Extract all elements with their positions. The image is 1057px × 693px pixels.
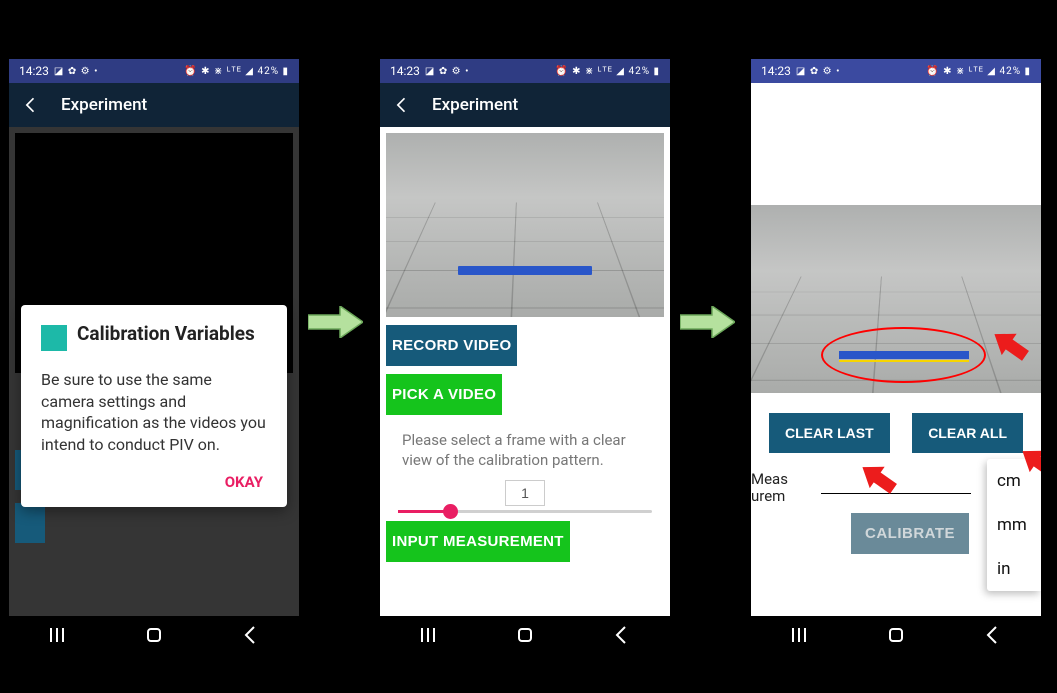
recents-icon[interactable]	[45, 623, 69, 647]
app-bar: Experiment	[380, 83, 670, 127]
status-bar: 14:23 ◪ ✿ ⚙ • ⏰ ✱ ⋇ ᴸᵀᴱ ◢ 42% ▮	[9, 59, 299, 83]
frame-instruction: Please select a frame with a clear view …	[380, 423, 670, 474]
clear-all-button[interactable]: CLEAR ALL	[912, 413, 1023, 453]
nav-bar	[9, 616, 299, 654]
back-nav-icon[interactable]	[239, 623, 263, 647]
content-area: CLEAR LAST CLEAR ALL Measurem CALIBRATE …	[751, 83, 1041, 616]
app-title: Experiment	[61, 95, 147, 115]
back-icon[interactable]	[392, 95, 412, 115]
okay-button[interactable]: OKAY	[41, 467, 267, 497]
calibrate-button[interactable]: CALIBRATE	[851, 513, 969, 554]
clear-last-button[interactable]: CLEAR LAST	[769, 413, 890, 453]
status-icons-right: ⏰ ✱ ⋇ ᴸᵀᴱ ◢ 42% ▮	[184, 66, 289, 77]
app-title: Experiment	[432, 95, 518, 115]
status-icons-left: ◪ ✿ ⚙ •	[796, 66, 841, 77]
app-bar: Experiment	[9, 83, 299, 127]
home-icon[interactable]	[884, 623, 908, 647]
recents-icon[interactable]	[416, 623, 440, 647]
dialog-title: Calibration Variables	[77, 323, 255, 346]
flow-arrow-icon	[308, 306, 363, 338]
video-preview	[386, 133, 664, 317]
back-nav-icon[interactable]	[610, 623, 634, 647]
home-icon[interactable]	[142, 623, 166, 647]
status-icons-right: ⏰ ✱ ⋇ ᴸᵀᴱ ◢ 42% ▮	[555, 66, 660, 77]
unit-option-in[interactable]: in	[987, 547, 1041, 591]
recents-icon[interactable]	[787, 623, 811, 647]
calibration-ruler	[458, 266, 592, 275]
nav-bar	[380, 616, 670, 654]
status-icons-right: ⏰ ✱ ⋇ ᴸᵀᴱ ◢ 42% ▮	[926, 66, 1031, 77]
back-icon[interactable]	[21, 95, 41, 115]
measurement-input-line[interactable]	[821, 493, 971, 494]
content-area: RECORD VIDEO PICK A VIDEO Please select …	[380, 127, 670, 616]
pick-video-button[interactable]: PICK A VIDEO	[386, 374, 502, 415]
status-bar: 14:23 ◪ ✿ ⚙ • ⏰ ✱ ⋇ ᴸᵀᴱ ◢ 42% ▮	[380, 59, 670, 83]
unit-option-mm[interactable]: mm	[987, 503, 1041, 547]
phone-screen-1: 14:23 ◪ ✿ ⚙ • ⏰ ✱ ⋇ ᴸᵀᴱ ◢ 42% ▮ Experime…	[9, 59, 299, 654]
clock: 14:23	[19, 64, 49, 78]
status-icons-left: ◪ ✿ ⚙ •	[54, 66, 99, 77]
flow-arrow-icon	[680, 306, 735, 338]
unit-dropdown: cm mm in	[987, 459, 1041, 591]
dialog-body: Be sure to use the same camera settings …	[41, 369, 267, 455]
nav-bar	[751, 616, 1041, 654]
measurement-label: Measurem	[751, 471, 799, 504]
record-video-button[interactable]: RECORD VIDEO	[386, 325, 517, 366]
input-measurement-button[interactable]: INPUT MEASUREMENT	[386, 521, 570, 562]
calibration-icon	[41, 325, 67, 351]
calibration-dialog: Calibration Variables Be sure to use the…	[21, 305, 287, 507]
obscured-button	[15, 503, 45, 543]
annotation-arrow-icon	[854, 455, 902, 501]
slider-thumb[interactable]	[443, 504, 458, 519]
back-nav-icon[interactable]	[981, 623, 1005, 647]
selection-ellipse	[821, 327, 986, 383]
status-bar: 14:23 ◪ ✿ ⚙ • ⏰ ✱ ⋇ ᴸᵀᴱ ◢ 42% ▮	[751, 59, 1041, 83]
status-icons-left: ◪ ✿ ⚙ •	[425, 66, 470, 77]
clock: 14:23	[761, 64, 791, 78]
video-preview[interactable]	[751, 205, 1041, 393]
phone-screen-2: 14:23 ◪ ✿ ⚙ • ⏰ ✱ ⋇ ᴸᵀᴱ ◢ 42% ▮ Experime…	[380, 59, 670, 654]
phone-screen-3: 14:23 ◪ ✿ ⚙ • ⏰ ✱ ⋇ ᴸᵀᴱ ◢ 42% ▮ CLEAR LA…	[751, 59, 1041, 654]
clock: 14:23	[390, 64, 420, 78]
home-icon[interactable]	[513, 623, 537, 647]
tile-floor	[386, 202, 664, 317]
slider-fill	[398, 510, 448, 513]
content-area: Calibration Variables Be sure to use the…	[9, 127, 299, 616]
frame-number-input[interactable]	[505, 480, 545, 506]
frame-slider[interactable]	[398, 510, 652, 513]
